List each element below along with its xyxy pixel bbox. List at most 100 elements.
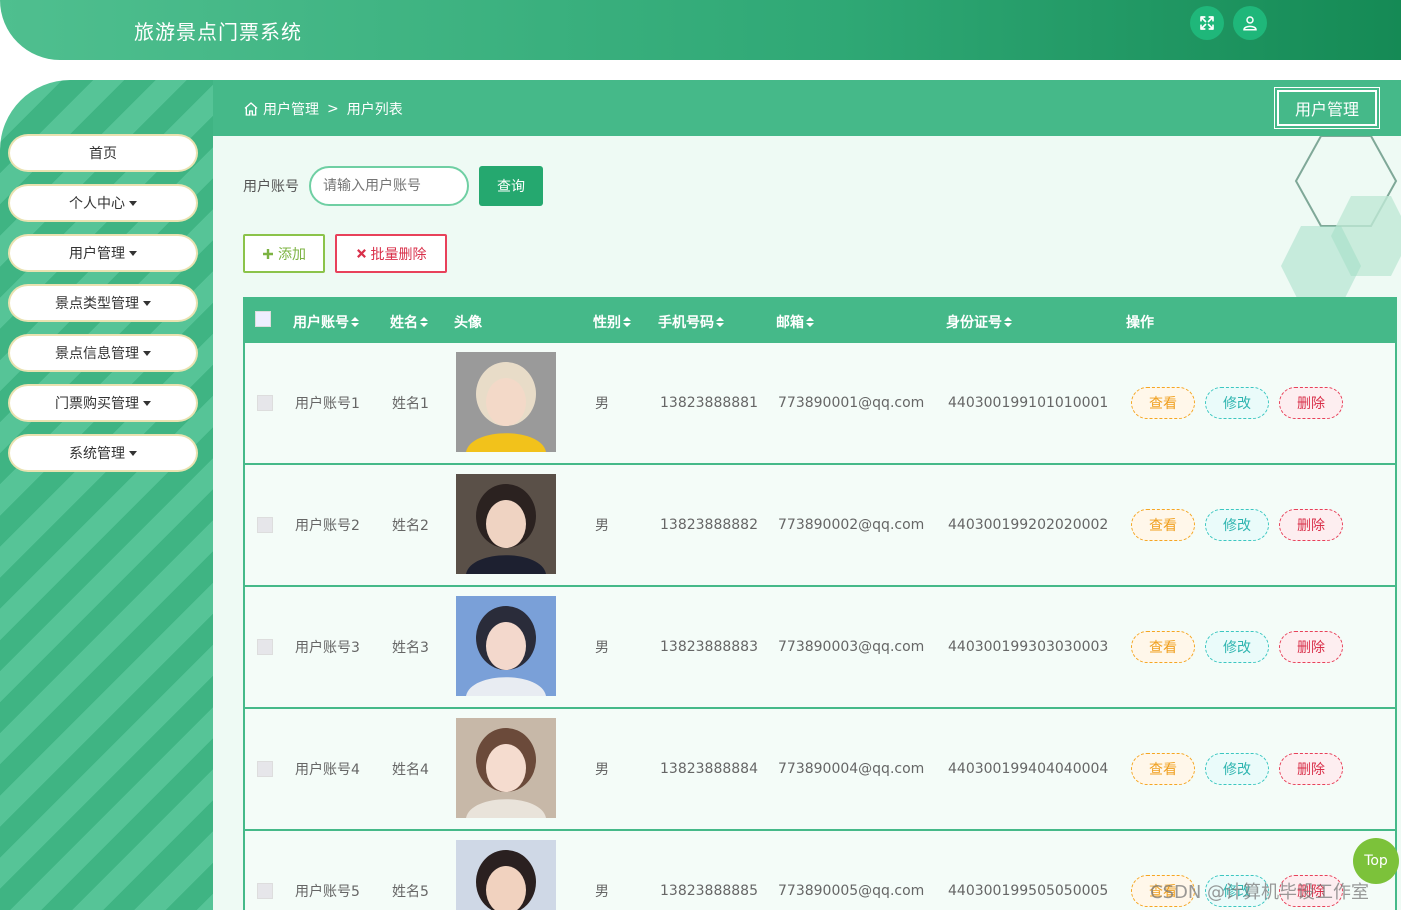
add-button-label: 添加 — [278, 246, 306, 263]
cell-name: 姓名3 — [392, 640, 429, 656]
column-header-label: 姓名 — [390, 315, 418, 331]
plus-icon — [263, 248, 273, 259]
row-checkbox[interactable] — [257, 761, 273, 777]
account-search-input[interactable] — [309, 166, 469, 206]
sidebar-item-home[interactable]: 首页 — [8, 134, 198, 172]
cell-gender: 男 — [595, 518, 609, 534]
row-checkbox[interactable] — [257, 517, 273, 533]
avatar[interactable] — [456, 596, 556, 696]
table-row: 用户账号3 姓名3 男 13823888883 773890003@qq.com… — [243, 587, 1397, 709]
watermark: CSDN @计算机毕设工作室 — [1150, 882, 1370, 903]
edit-button[interactable]: 修改 — [1205, 753, 1269, 785]
avatar[interactable] — [456, 352, 556, 452]
avatar-image — [456, 718, 556, 818]
edit-button[interactable]: 修改 — [1205, 509, 1269, 541]
column-header-label: 身份证号 — [946, 315, 1002, 331]
caret-down-icon — [143, 300, 151, 306]
column-header-gender[interactable]: 性别 — [593, 312, 631, 332]
sidebar-item-label: 用户管理 — [69, 246, 125, 262]
caret-down-icon — [143, 350, 151, 356]
view-button[interactable]: 查看 — [1131, 387, 1195, 419]
column-header-phone[interactable]: 手机号码 — [658, 312, 724, 332]
column-header-actions: 操作 — [1126, 312, 1154, 332]
delete-button[interactable]: 删除 — [1279, 387, 1343, 419]
sort-icon — [716, 317, 724, 327]
view-button[interactable]: 查看 — [1131, 753, 1195, 785]
cell-account: 用户账号3 — [295, 640, 360, 656]
batch-delete-button[interactable]: 批量删除 — [335, 234, 447, 273]
action-row: 添加 批量删除 — [243, 234, 447, 273]
avatar[interactable] — [456, 718, 556, 818]
cell-name: 姓名1 — [392, 396, 429, 412]
breadcrumb-separator: > — [327, 101, 339, 117]
cell-id-card: 440300199404040004 — [948, 761, 1109, 777]
sort-icon — [623, 317, 631, 327]
view-button[interactable]: 查看 — [1131, 631, 1195, 663]
row-checkbox[interactable] — [257, 883, 273, 899]
add-button[interactable]: 添加 — [243, 234, 325, 273]
column-header-label: 性别 — [593, 315, 621, 331]
close-icon — [356, 249, 366, 258]
breadcrumb-parent[interactable]: 用户管理 — [263, 99, 319, 119]
column-header-email[interactable]: 邮箱 — [776, 312, 814, 332]
home-icon — [244, 102, 258, 116]
top-header: 旅游景点门票系统 — [0, 0, 1401, 60]
avatar-image — [456, 596, 556, 696]
fullscreen-icon — [1200, 16, 1214, 30]
cell-account: 用户账号2 — [295, 518, 360, 534]
column-header-id-card[interactable]: 身份证号 — [946, 312, 1012, 332]
sort-icon — [806, 317, 814, 327]
sidebar-item-personal-center[interactable]: 个人中心 — [8, 184, 198, 222]
cell-email: 773890003@qq.com — [778, 639, 925, 655]
select-all-checkbox[interactable] — [255, 311, 271, 327]
avatar[interactable] — [456, 474, 556, 574]
sidebar-item-system-management[interactable]: 系统管理 — [8, 434, 198, 472]
cell-account: 用户账号5 — [295, 884, 360, 900]
cell-gender: 男 — [595, 884, 609, 900]
delete-button[interactable]: 删除 — [1279, 631, 1343, 663]
cell-id-card: 440300199202020002 — [948, 517, 1109, 533]
column-header-account[interactable]: 用户账号 — [293, 312, 359, 332]
user-table: 用户账号 姓名 头像 性别 手机号码 邮箱 身份证号 操作 用户账号1 姓名1 … — [243, 297, 1397, 910]
cell-gender: 男 — [595, 640, 609, 656]
delete-button[interactable]: 删除 — [1279, 509, 1343, 541]
cell-id-card: 440300199303030003 — [948, 639, 1109, 655]
caret-down-icon — [129, 250, 137, 256]
column-header-label: 手机号码 — [658, 315, 714, 331]
row-checkbox[interactable] — [257, 639, 273, 655]
search-row: 用户账号 查询 — [243, 166, 543, 206]
search-button[interactable]: 查询 — [479, 166, 543, 206]
row-checkbox[interactable] — [257, 395, 273, 411]
table-row: 用户账号4 姓名4 男 13823888884 773890004@qq.com… — [243, 709, 1397, 831]
search-label: 用户账号 — [243, 179, 299, 195]
cell-name: 姓名5 — [392, 884, 429, 900]
user-button[interactable] — [1233, 6, 1267, 40]
edit-button[interactable]: 修改 — [1205, 631, 1269, 663]
table-body: 用户账号1 姓名1 男 13823888881 773890001@qq.com… — [243, 343, 1397, 910]
fullscreen-button[interactable] — [1190, 6, 1224, 40]
cell-name: 姓名2 — [392, 518, 429, 534]
avatar-image — [456, 474, 556, 574]
cell-account: 用户账号1 — [295, 396, 360, 412]
batch-delete-label: 批量删除 — [370, 246, 427, 263]
caret-down-icon — [129, 200, 137, 206]
edit-button[interactable]: 修改 — [1205, 387, 1269, 419]
sidebar-item-user-management[interactable]: 用户管理 — [8, 234, 198, 272]
avatar[interactable] — [456, 840, 556, 910]
app-title: 旅游景点门票系统 — [134, 20, 302, 44]
sidebar-item-ticket-purchase-management[interactable]: 门票购买管理 — [8, 384, 198, 422]
sidebar-item-label: 门票购买管理 — [55, 396, 139, 412]
view-button[interactable]: 查看 — [1131, 509, 1195, 541]
cell-email: 773890004@qq.com — [778, 761, 925, 777]
page-tag: 用户管理 — [1274, 87, 1380, 129]
cell-email: 773890005@qq.com — [778, 883, 925, 899]
sidebar-item-spot-type-management[interactable]: 景点类型管理 — [8, 284, 198, 322]
column-header-avatar: 头像 — [454, 312, 482, 332]
delete-button[interactable]: 删除 — [1279, 753, 1343, 785]
cell-phone: 13823888883 — [660, 639, 758, 655]
cell-phone: 13823888884 — [660, 761, 758, 777]
column-header-name[interactable]: 姓名 — [390, 312, 428, 332]
sidebar-item-label: 首页 — [89, 146, 117, 162]
cell-id-card: 440300199505050005 — [948, 883, 1109, 899]
sidebar-item-spot-info-management[interactable]: 景点信息管理 — [8, 334, 198, 372]
